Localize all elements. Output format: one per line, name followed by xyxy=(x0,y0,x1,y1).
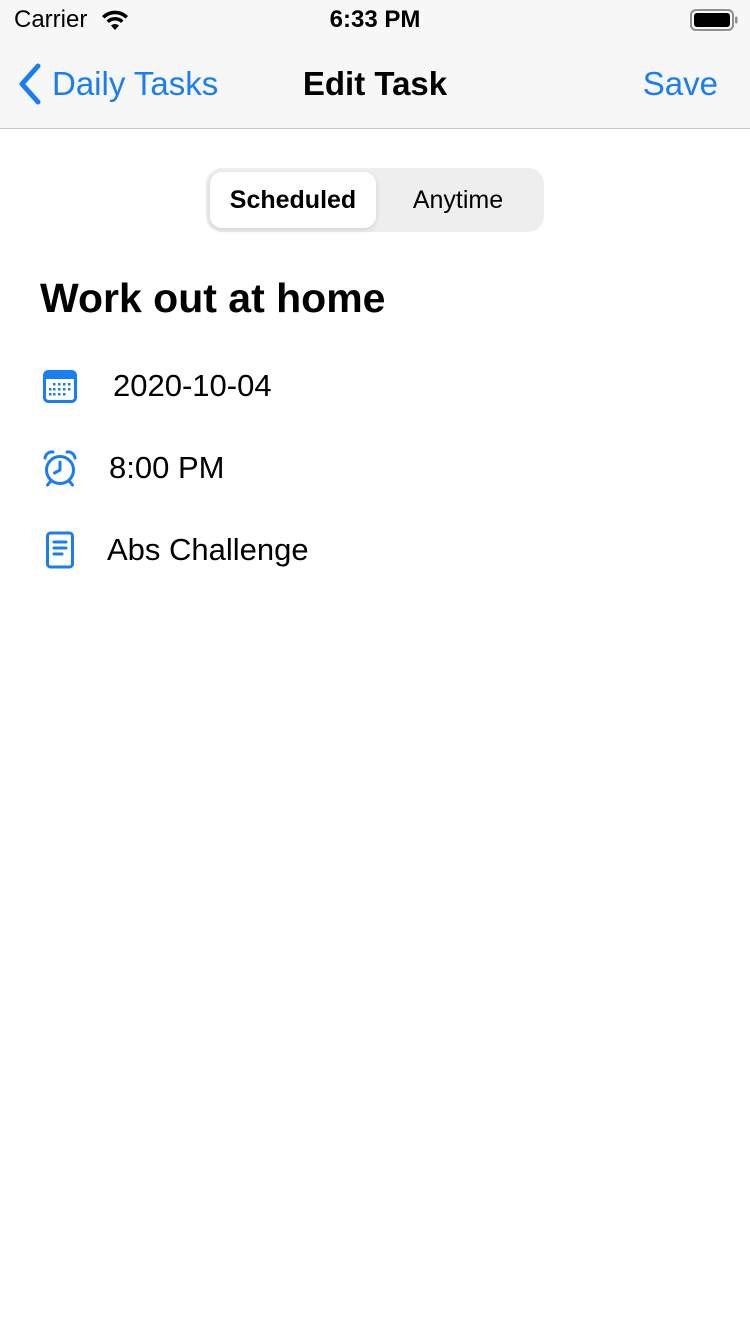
chevron-left-icon xyxy=(16,62,44,106)
status-time: 6:33 PM xyxy=(329,6,421,33)
alarm-clock-icon xyxy=(40,448,80,488)
save-button[interactable]: Save xyxy=(643,62,718,106)
battery-icon xyxy=(690,9,738,31)
status-bar: Carrier 6:33 PM xyxy=(0,0,750,40)
document-icon xyxy=(40,530,80,570)
task-time: 8:00 PM xyxy=(109,450,225,485)
segment-anytime[interactable]: Anytime xyxy=(376,172,540,228)
task-note: Abs Challenge xyxy=(107,532,309,567)
task-time-row[interactable]: 8:00 PM xyxy=(40,446,224,490)
task-date: 2020-10-04 xyxy=(113,368,272,403)
task-title: Work out at home xyxy=(40,275,386,321)
segment-scheduled[interactable]: Scheduled xyxy=(210,172,376,228)
navigation-bar: Daily Tasks Edit Task Save xyxy=(0,40,750,129)
schedule-type-segmented-control: Scheduled Anytime xyxy=(206,168,544,232)
back-button[interactable]: Daily Tasks xyxy=(16,62,218,106)
edit-task-screen: Carrier 6:33 PM Daily Tasks Edit Task Sa… xyxy=(0,0,750,1334)
calendar-icon xyxy=(40,366,80,406)
task-date-row[interactable]: 2020-10-04 xyxy=(40,364,272,408)
back-button-label: Daily Tasks xyxy=(52,65,219,102)
task-note-row[interactable]: Abs Challenge xyxy=(40,528,309,572)
